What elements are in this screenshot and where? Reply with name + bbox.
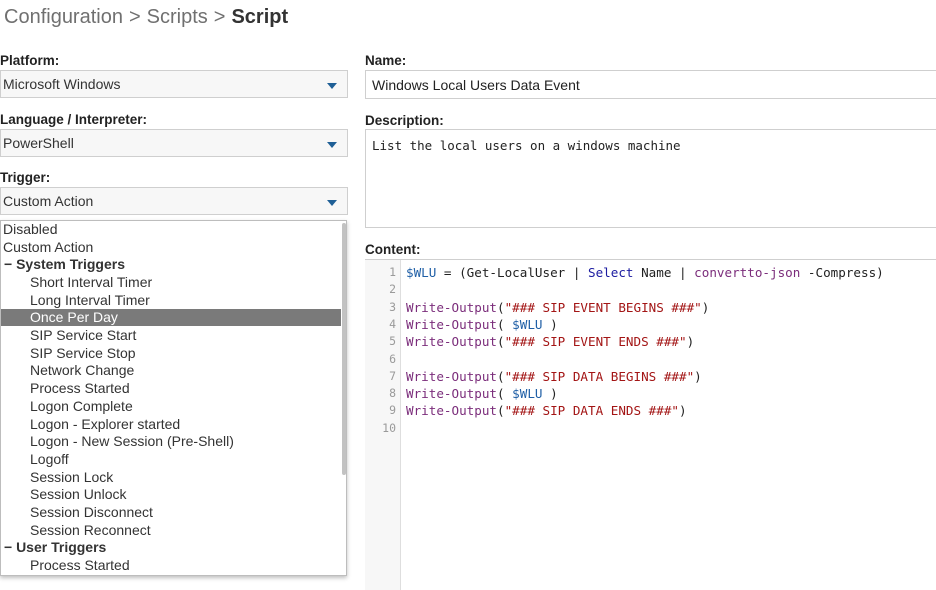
line-number: 2 (389, 282, 396, 297)
trigger-label: Trigger: (0, 170, 51, 185)
code-line[interactable]: Write-Output( $WLU ) (406, 316, 558, 333)
dropdown-option[interactable]: Logon - Explorer started (1, 416, 341, 433)
code-token: $WLU (512, 316, 543, 332)
code-token: convertto-json (694, 265, 801, 280)
code-token: ( (497, 403, 505, 419)
line-number: 4 (389, 316, 396, 331)
code-token: ( (497, 386, 513, 402)
chevron-down-icon (327, 142, 337, 148)
code-token: "### SIP DATA ENDS ###" (504, 403, 679, 419)
dropdown-option[interactable]: Logon Complete (1, 398, 341, 415)
code-line[interactable]: Write-Output("### SIP EVENT BEGINS ###") (406, 299, 709, 316)
code-token: ) (678, 403, 687, 419)
dropdown-option[interactable]: Disabled (1, 221, 341, 238)
platform-label: Platform: (0, 53, 60, 68)
breadcrumb-scripts[interactable]: Scripts (147, 6, 208, 28)
dropdown-option[interactable]: Session Unlock (1, 486, 341, 503)
code-line[interactable]: Write-Output( $WLU ) (406, 385, 558, 402)
name-label: Name: (365, 53, 407, 68)
dropdown-group-header[interactable]: − User Triggers (1, 539, 341, 556)
code-token: ) (542, 386, 558, 402)
code-token: -Compress) (800, 265, 884, 280)
page-title: Script (231, 6, 289, 28)
platform-select-value: Microsoft Windows (3, 76, 121, 92)
dropdown-option[interactable]: Logon - New Session (Pre-Shell) (1, 433, 341, 450)
description-label: Description: (365, 113, 444, 128)
dropdown-option[interactable]: Session Disconnect (1, 504, 341, 521)
breadcrumb-separator: > (128, 6, 141, 28)
line-number: 8 (389, 386, 396, 401)
breadcrumb-separator: > (213, 6, 226, 28)
dropdown-option[interactable]: SIP Service Start (1, 327, 341, 344)
chevron-down-icon (327, 200, 337, 206)
code-token: $WLU (512, 386, 543, 402)
dropdown-option[interactable]: Session Reconnect (1, 522, 341, 539)
code-token: ( (497, 334, 505, 350)
code-token: "### SIP EVENT BEGINS ###" (504, 299, 702, 315)
dropdown-option[interactable]: Session Lock (1, 469, 341, 486)
platform-select[interactable]: Microsoft Windows (0, 70, 348, 98)
description-textarea[interactable]: List the local users on a windows machin… (365, 129, 936, 228)
code-token: "### SIP EVENT ENDS ###" (504, 334, 687, 350)
language-select[interactable]: PowerShell (0, 129, 348, 157)
code-token: Write-Output (406, 368, 497, 384)
code-token: ( (497, 316, 513, 332)
code-token: Write-Output (406, 403, 497, 419)
code-line[interactable]: Write-Output("### SIP EVENT ENDS ###") (406, 333, 694, 350)
dropdown-scrollbar[interactable] (342, 223, 346, 475)
code-token: Select (588, 265, 634, 280)
dropdown-option[interactable]: Short Interval Timer (1, 274, 341, 291)
chevron-down-icon (327, 83, 337, 89)
code-token: Write-Output (406, 334, 497, 350)
dropdown-option[interactable]: Long Interval Timer (1, 292, 341, 309)
code-token: ( (497, 299, 505, 315)
code-line[interactable]: $WLU = (Get-LocalUser | Select Name | co… (406, 264, 884, 281)
language-label: Language / Interpreter: (0, 112, 148, 127)
dropdown-option[interactable]: Custom Action (1, 239, 341, 256)
line-number: 5 (389, 334, 396, 349)
line-number: 3 (389, 299, 396, 314)
code-token: "### SIP DATA BEGINS ###" (504, 368, 695, 384)
language-select-value: PowerShell (3, 135, 74, 151)
code-token: ) (694, 368, 702, 384)
dropdown-option[interactable]: Process Started (1, 557, 341, 574)
content-label: Content: (365, 242, 421, 257)
line-number: 9 (389, 403, 396, 418)
line-number: 6 (389, 351, 396, 366)
code-line[interactable]: Write-Output("### SIP DATA BEGINS ###") (406, 368, 702, 385)
trigger-select[interactable]: Custom Action (0, 187, 348, 215)
code-token: ( (497, 368, 505, 384)
code-token: ) (542, 316, 558, 332)
code-token: = (Get-LocalUser | (436, 265, 588, 280)
code-token: Write-Output (406, 386, 497, 402)
code-token: $WLU (406, 265, 437, 280)
breadcrumb-configuration[interactable]: Configuration (4, 6, 123, 28)
dropdown-option[interactable]: SIP Service Stop (1, 345, 341, 362)
breadcrumb: Configuration > Scripts > Script (4, 6, 288, 29)
dropdown-option[interactable]: Once Per Day (1, 309, 341, 326)
line-number: 1 (389, 265, 396, 279)
code-token: ) (701, 299, 710, 315)
dropdown-option[interactable]: Process Started (1, 380, 341, 397)
line-number: 7 (389, 368, 396, 383)
trigger-dropdown-list[interactable]: Disabled Custom Action − System Triggers Sh… (0, 220, 347, 576)
code-token: Write-Output (406, 316, 497, 332)
code-token: Write-Output (406, 299, 497, 315)
dropdown-option[interactable]: Logoff (1, 451, 341, 468)
code-line[interactable]: Write-Output("### SIP DATA ENDS ###") (406, 402, 687, 419)
dropdown-option[interactable]: Network Change (1, 362, 341, 379)
trigger-select-value: Custom Action (3, 193, 94, 209)
code-token: ) (686, 334, 695, 350)
line-number: 10 (382, 420, 396, 435)
name-input[interactable]: Windows Local Users Data Event (365, 70, 936, 99)
code-token: Name | (633, 265, 695, 280)
dropdown-group-header[interactable]: − System Triggers (1, 256, 341, 273)
